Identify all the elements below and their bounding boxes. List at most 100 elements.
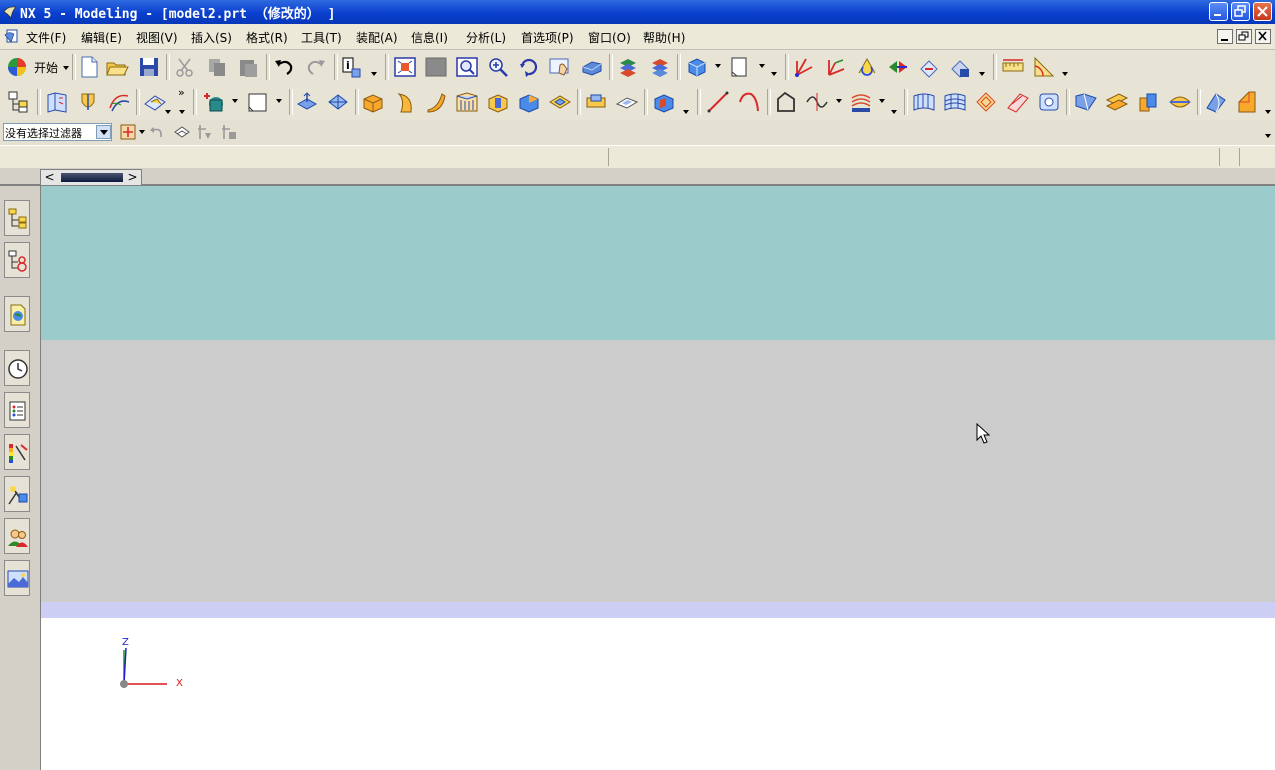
- through-mesh-icon[interactable]: [1074, 90, 1098, 114]
- wcs-rotate-icon[interactable]: [855, 55, 879, 79]
- toolbar-overflow-icon[interactable]: »: [178, 86, 185, 99]
- cone-icon[interactable]: [424, 90, 448, 114]
- ruled-surface-icon[interactable]: [912, 90, 936, 114]
- helix-icon[interactable]: [849, 90, 873, 114]
- process-studio-tab[interactable]: [4, 476, 30, 512]
- zoom-area-icon[interactable]: [455, 55, 479, 79]
- edge-blend-icon[interactable]: [1204, 90, 1228, 114]
- menu-tools[interactable]: 工具(T): [301, 29, 342, 46]
- graphics-window[interactable]: Z X: [41, 186, 1275, 770]
- menu-insert[interactable]: 插入(S): [191, 29, 232, 46]
- menu-help[interactable]: 帮助(H): [643, 29, 685, 46]
- chevron-down-icon[interactable]: [371, 72, 377, 76]
- save-icon[interactable]: [137, 55, 161, 79]
- menu-file[interactable]: 文件(F): [26, 29, 66, 46]
- roles-tab[interactable]: [4, 518, 30, 554]
- chevron-down-icon[interactable]: [232, 99, 238, 103]
- arc-icon[interactable]: [737, 90, 761, 114]
- assembly-navigator-tab[interactable]: [4, 200, 30, 236]
- close-button[interactable]: [1253, 2, 1272, 21]
- chevron-down-icon[interactable]: [179, 110, 185, 114]
- scroll-thumb[interactable]: [61, 173, 123, 182]
- sketch-icon[interactable]: [45, 90, 69, 114]
- hole-icon[interactable]: [486, 90, 510, 114]
- rotate-icon[interactable]: [517, 55, 541, 79]
- system-scenes-tab[interactable]: [4, 560, 30, 596]
- layer-settings-icon[interactable]: [616, 55, 640, 79]
- undo-selection-icon[interactable]: [149, 124, 165, 140]
- rectangle-icon[interactable]: [246, 90, 270, 114]
- offset-surface-icon[interactable]: [1105, 90, 1129, 114]
- menu-analysis[interactable]: 分析(L): [466, 29, 506, 46]
- sphere-icon[interactable]: [455, 90, 479, 114]
- select-feature-icon[interactable]: [196, 123, 214, 141]
- surface-blend-icon[interactable]: [143, 90, 167, 114]
- chevron-down-icon[interactable]: [276, 99, 282, 103]
- line-icon[interactable]: [706, 90, 730, 114]
- chevron-down-icon[interactable]: [836, 99, 842, 103]
- menu-window[interactable]: 窗口(O): [588, 29, 631, 46]
- doc-close-button[interactable]: [1255, 29, 1271, 44]
- measure-angle-icon[interactable]: [1032, 55, 1056, 79]
- doc-restore-button[interactable]: [1236, 29, 1252, 44]
- menu-edit[interactable]: 编辑(E): [81, 29, 122, 46]
- mesh-surface-icon[interactable]: [943, 90, 967, 114]
- chevron-down-icon[interactable]: [1265, 134, 1271, 138]
- palette-tab[interactable]: [4, 434, 30, 470]
- wcs-orient-icon[interactable]: [886, 55, 910, 79]
- cylinder-icon[interactable]: [393, 90, 417, 114]
- cut-icon[interactable]: [173, 55, 197, 79]
- polygon-icon[interactable]: [774, 90, 798, 114]
- menu-information[interactable]: 信息(I): [411, 29, 448, 46]
- datum-plane-icon[interactable]: [76, 90, 100, 114]
- section-surface-icon[interactable]: [1006, 90, 1030, 114]
- copy-icon[interactable]: [205, 55, 229, 79]
- chevron-down-icon[interactable]: [771, 72, 777, 76]
- through-curves-icon[interactable]: [107, 90, 131, 114]
- revolve-icon[interactable]: [326, 90, 350, 114]
- menu-view[interactable]: 视图(V): [136, 29, 178, 46]
- chevron-down-icon[interactable]: [979, 72, 985, 76]
- restore-button[interactable]: [1231, 2, 1250, 21]
- open-folder-icon[interactable]: [105, 55, 129, 79]
- scroll-left-icon[interactable]: <: [41, 170, 58, 185]
- groove-icon[interactable]: [652, 90, 676, 114]
- type-filter-dropdown[interactable]: [96, 125, 111, 139]
- minimize-button[interactable]: [1209, 2, 1228, 21]
- thicken-icon[interactable]: [1136, 90, 1160, 114]
- menu-preferences[interactable]: 首选项(P): [521, 29, 574, 46]
- tab-scroller[interactable]: < >: [40, 169, 142, 186]
- block-icon[interactable]: [361, 90, 385, 114]
- pan-icon[interactable]: [548, 55, 572, 79]
- chevron-down-icon[interactable]: [1265, 110, 1271, 114]
- swept-icon[interactable]: [974, 90, 998, 114]
- information-icon[interactable]: i: [340, 55, 364, 79]
- orient-view-icon[interactable]: [728, 55, 752, 79]
- point-icon[interactable]: [202, 90, 226, 114]
- chevron-down-icon[interactable]: [139, 130, 145, 134]
- measure-distance-icon[interactable]: [1001, 55, 1025, 79]
- part-navigator-toggle-icon[interactable]: [7, 90, 31, 114]
- boss-icon[interactable]: [517, 90, 541, 114]
- chevron-down-icon[interactable]: [1062, 72, 1068, 76]
- bounded-plane-icon[interactable]: [1037, 90, 1061, 114]
- chevron-down-icon[interactable]: [891, 110, 897, 114]
- spline-icon[interactable]: [805, 90, 829, 114]
- wcs-dynamics-icon[interactable]: [792, 55, 816, 79]
- shaded-view-icon[interactable]: [580, 55, 604, 79]
- wcs-save-icon[interactable]: [948, 55, 972, 79]
- layer-visibility-icon[interactable]: [648, 55, 672, 79]
- menu-assemblies[interactable]: 装配(A): [356, 29, 398, 46]
- extrude-icon[interactable]: [295, 90, 319, 114]
- slot-icon[interactable]: [615, 90, 639, 114]
- rendering-style-icon[interactable]: [685, 55, 709, 79]
- type-filter-select[interactable]: 没有选择过滤器: [3, 123, 112, 141]
- chamfer-icon[interactable]: [1235, 90, 1259, 114]
- chevron-down-icon[interactable]: [683, 110, 689, 114]
- wcs-change-direction-icon[interactable]: [917, 55, 941, 79]
- snap-point-icon[interactable]: [119, 123, 137, 141]
- deselect-all-icon[interactable]: [173, 123, 191, 141]
- nx-app-icon[interactable]: [3, 5, 17, 19]
- start-button[interactable]: 开始: [4, 54, 70, 80]
- pad-icon[interactable]: [584, 90, 608, 114]
